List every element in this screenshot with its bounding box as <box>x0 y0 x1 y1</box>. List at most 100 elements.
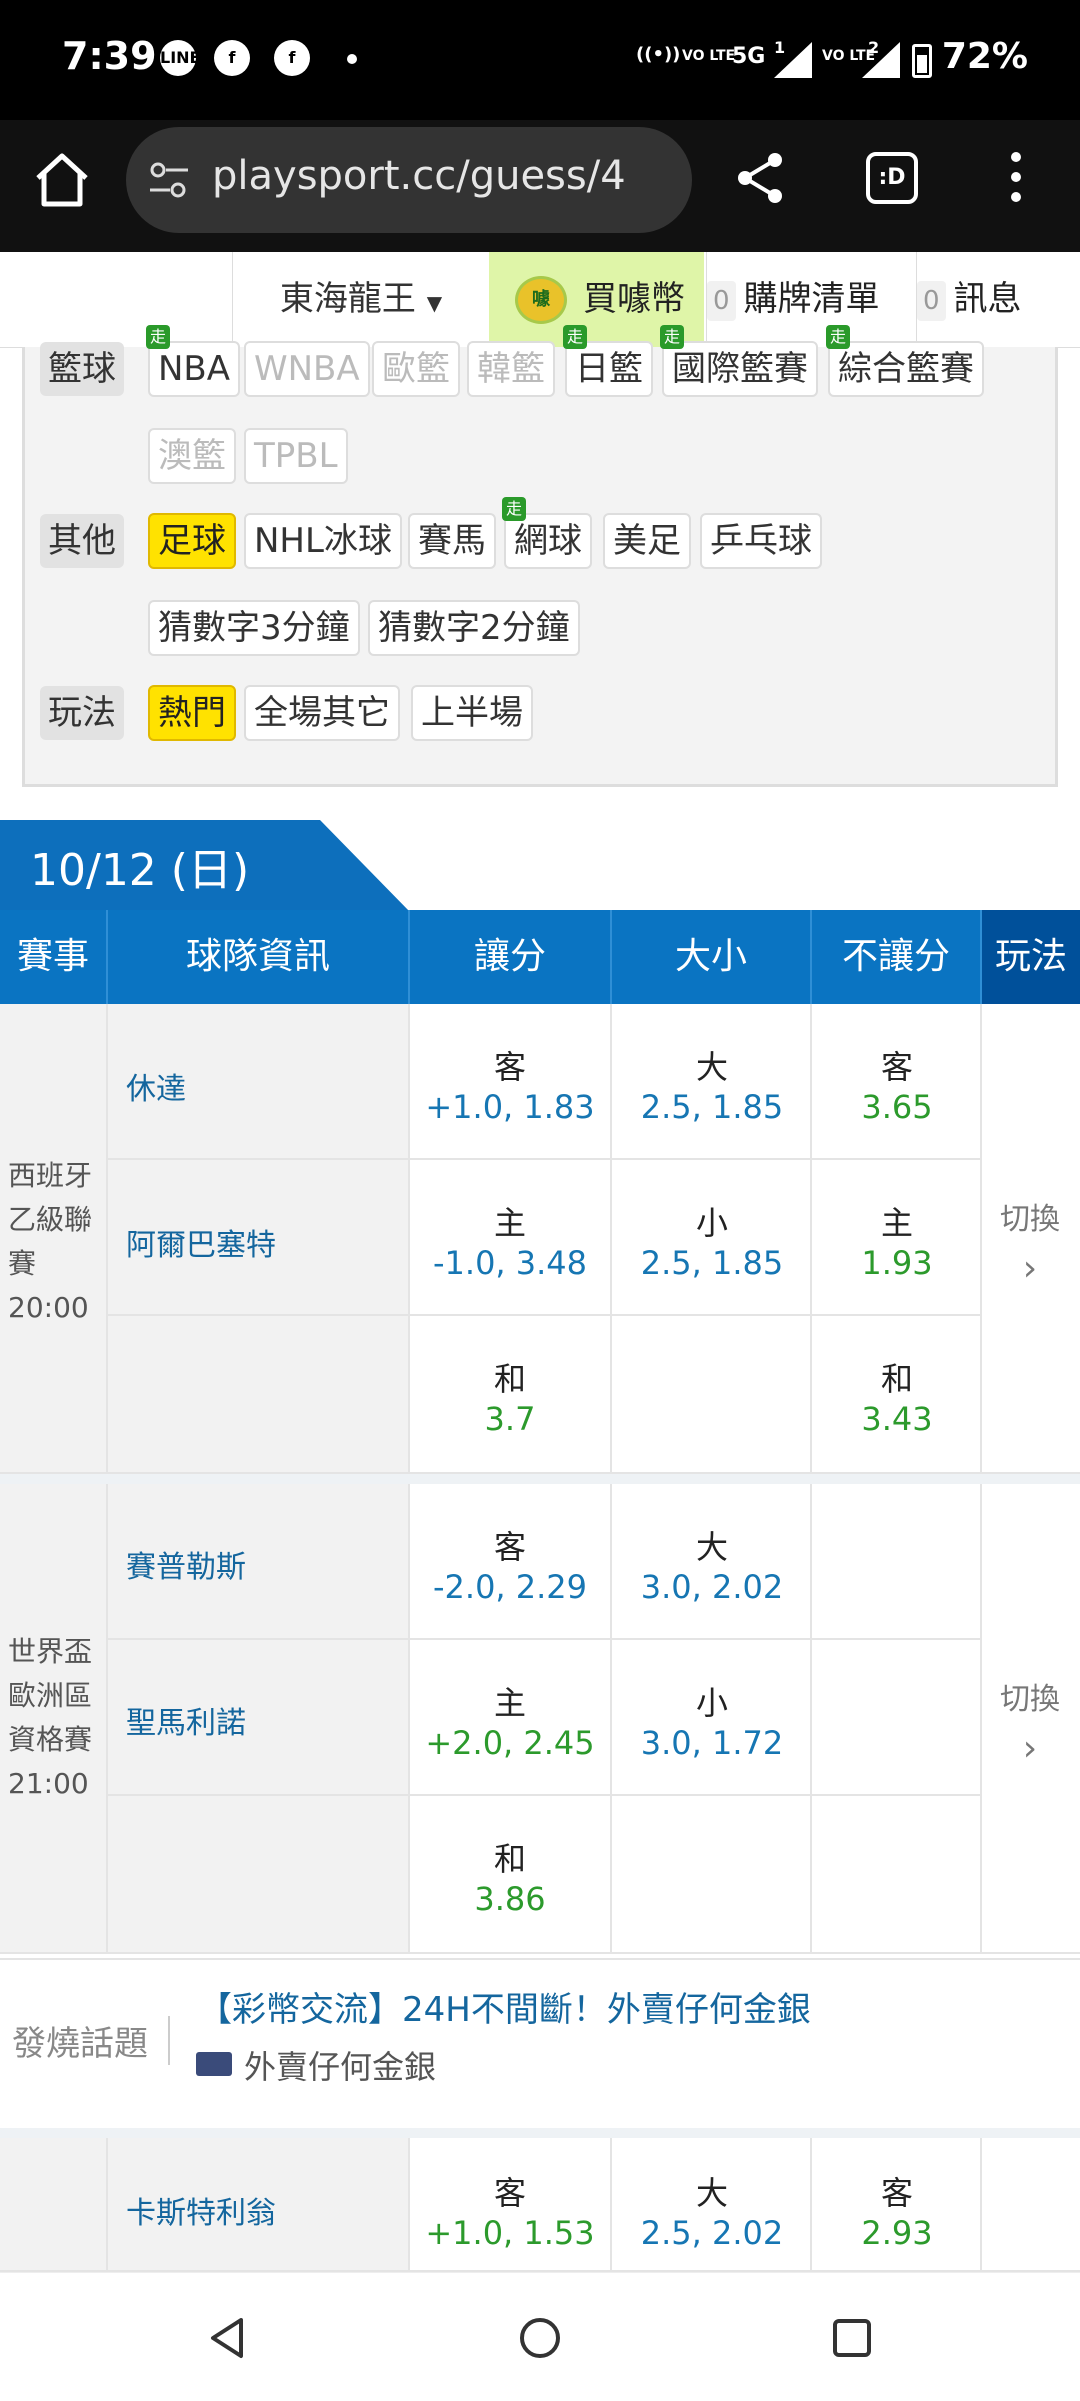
switch-button[interactable]: 切換 › <box>950 1674 1080 1769</box>
event-cell <box>0 2138 108 2272</box>
odds-cell-moneyline-away[interactable]: 客 3.65 <box>812 1004 982 1160</box>
team-away[interactable]: 休達 <box>126 1064 186 1108</box>
status-time: 7:39 <box>62 34 157 78</box>
chip-euro-basketball[interactable]: 歐籃 <box>372 341 460 397</box>
odds-cell-total-over[interactable]: 大 3.0, 2.02 <box>612 1484 812 1640</box>
match-time: 21:00 <box>8 1767 89 1800</box>
signal-icon <box>862 42 900 78</box>
odds-cell-empty <box>812 1484 982 1640</box>
odds-cell-spread-home[interactable]: 主 +2.0, 2.45 <box>410 1640 612 1796</box>
volte-icon: VO LTE <box>682 48 736 64</box>
switch-cell[interactable]: 切換 › <box>982 1004 1080 1474</box>
chevron-right-icon: › <box>1022 1248 1038 1289</box>
line-icon: LINE <box>160 40 200 76</box>
chip-full-match-other[interactable]: 全場其它 <box>244 685 400 741</box>
date-label: 10/12 (日) <box>30 845 250 896</box>
hot-topic-title[interactable]: 【彩幣交流】24H不間斷！外賣仔何金銀 <box>198 1982 811 2031</box>
chip-wnba[interactable]: WNBA <box>244 341 370 397</box>
odds-cell-spread-draw[interactable]: 和 3.7 <box>410 1316 612 1474</box>
signal-icon <box>774 42 812 78</box>
team-cell: 卡斯特利翁 <box>108 2138 410 2272</box>
status-bar: 7:39 LINE f f ((•)) VO LTE 5G 1 VO LTE 2… <box>0 0 1080 120</box>
team-home[interactable]: 聖馬利諾 <box>126 1698 246 1742</box>
message-count-badge: 0 <box>917 280 946 321</box>
odds-cell-spread-away[interactable]: 客 +1.0, 1.53 <box>410 2138 612 2272</box>
more-notifications-dot-icon <box>347 54 357 64</box>
chip-horse-racing[interactable]: 賽馬 <box>408 513 496 569</box>
chip-first-half[interactable]: 上半場 <box>411 685 533 741</box>
chip-guess-number-2min[interactable]: 猜數字2分鐘 <box>368 600 580 656</box>
event-cell: 世界盃 歐洲區 資格賽 21:00 <box>0 1484 108 1954</box>
chip-combined-basketball[interactable]: 走綜合籃賽 <box>826 325 984 397</box>
odds-cell-empty <box>612 1316 812 1474</box>
odds-cell-moneyline-draw[interactable]: 和 3.43 <box>812 1316 982 1474</box>
chip-hot[interactable]: 熱門 <box>148 685 236 741</box>
team-away[interactable]: 賽普勒斯 <box>126 1542 246 1586</box>
chip-nhl[interactable]: NHL冰球 <box>244 513 402 569</box>
chip-football[interactable]: 足球 <box>148 513 236 569</box>
switch-button[interactable]: 切換 › <box>950 1194 1080 1289</box>
match-time: 20:00 <box>8 1291 89 1324</box>
odds-cell-moneyline-away[interactable]: 客 2.93 <box>812 2138 982 2272</box>
share-icon[interactable] <box>733 150 789 206</box>
odds-cell-empty <box>612 1796 812 1954</box>
cart-link[interactable]: 0 購牌清單 <box>706 252 915 347</box>
go-badge: 走 <box>826 325 850 349</box>
col-header-moneyline: 不讓分 <box>812 910 982 1004</box>
col-header-total: 大小 <box>612 910 812 1004</box>
user-menu[interactable]: 東海龍王 ▼ <box>232 252 489 347</box>
chip-nba[interactable]: 走 NBA <box>146 325 241 397</box>
odds-cell-total-over[interactable]: 大 2.5, 2.02 <box>612 2138 812 2272</box>
chip-international-basketball[interactable]: 走國際籃賽 <box>660 325 818 397</box>
chip-american-football[interactable]: 美足 <box>603 513 691 569</box>
col-header-team: 球隊資訊 <box>108 910 410 1004</box>
odds-cell-spread-draw[interactable]: 和 3.86 <box>410 1796 612 1954</box>
go-badge: 走 <box>502 497 526 521</box>
col-header-spread: 讓分 <box>410 910 612 1004</box>
chip-guess-number-3min[interactable]: 猜數字3分鐘 <box>148 600 360 656</box>
category-play-label: 玩法 <box>40 686 124 740</box>
team-cell <box>108 1796 410 1954</box>
more-menu-icon[interactable] <box>1010 152 1022 206</box>
odds-cell-spread-away[interactable]: 客 +1.0, 1.83 <box>410 1004 612 1160</box>
hot-topic-author[interactable]: 外賣仔何金銀 <box>244 2042 436 2088</box>
event-cell: 西班牙 乙級聯 賽 20:00 <box>0 1004 108 1474</box>
chip-table-tennis[interactable]: 乒乓球 <box>700 513 822 569</box>
odds-cell-spread-away[interactable]: 客 -2.0, 2.29 <box>410 1484 612 1640</box>
odds-cell-empty <box>812 1796 982 1954</box>
messages-link[interactable]: 0 訊息 <box>916 252 1080 347</box>
col-header-playtype: 玩法 <box>982 910 1080 1004</box>
category-basketball-label: 籃球 <box>40 342 124 396</box>
odds-cell-total-under[interactable]: 小 3.0, 1.72 <box>612 1640 812 1796</box>
chip-aus-basketball[interactable]: 澳籃 <box>148 428 236 484</box>
odds-cell-total-over[interactable]: 大 2.5, 1.85 <box>612 1004 812 1160</box>
switch-cell[interactable]: 切換 › <box>982 1484 1080 1954</box>
cart-count-badge: 0 <box>707 280 736 321</box>
chip-tennis[interactable]: 走網球 <box>502 497 592 569</box>
chip-korea-basketball[interactable]: 韓籃 <box>467 341 555 397</box>
home-nav-icon[interactable] <box>518 2316 562 2360</box>
url-text[interactable]: playsport.cc/guess/4 <box>212 153 626 199</box>
row-divider <box>0 2128 1080 2138</box>
recents-icon[interactable] <box>830 2316 874 2360</box>
team-cell: 阿爾巴塞特 <box>108 1160 410 1316</box>
odds-cell-spread-home[interactable]: 主 -1.0, 3.48 <box>410 1160 612 1316</box>
hot-topic-label: 發燒話題 <box>12 2016 170 2065</box>
site-settings-icon[interactable] <box>148 160 190 200</box>
tab-switcher-icon[interactable]: :D <box>866 152 918 204</box>
battery-icon <box>912 44 932 78</box>
chip-japan-basketball[interactable]: 走日籃 <box>563 325 653 397</box>
go-badge: 走 <box>146 325 170 349</box>
avatar <box>196 2052 232 2076</box>
network-type: 5G <box>732 44 766 69</box>
team-home[interactable]: 阿爾巴塞特 <box>126 1220 276 1264</box>
messages-label: 訊息 <box>953 279 1022 319</box>
chip-tpbl[interactable]: TPBL <box>244 428 348 484</box>
home-icon[interactable] <box>30 148 94 212</box>
odds-cell-total-under[interactable]: 小 2.5, 1.85 <box>612 1160 812 1316</box>
team-away[interactable]: 卡斯特利翁 <box>126 2188 276 2232</box>
hotspot-icon: ((•)) <box>636 44 681 65</box>
coin-icon: 噱 <box>515 276 567 324</box>
go-badge: 走 <box>563 325 587 349</box>
back-icon[interactable] <box>205 2316 249 2360</box>
